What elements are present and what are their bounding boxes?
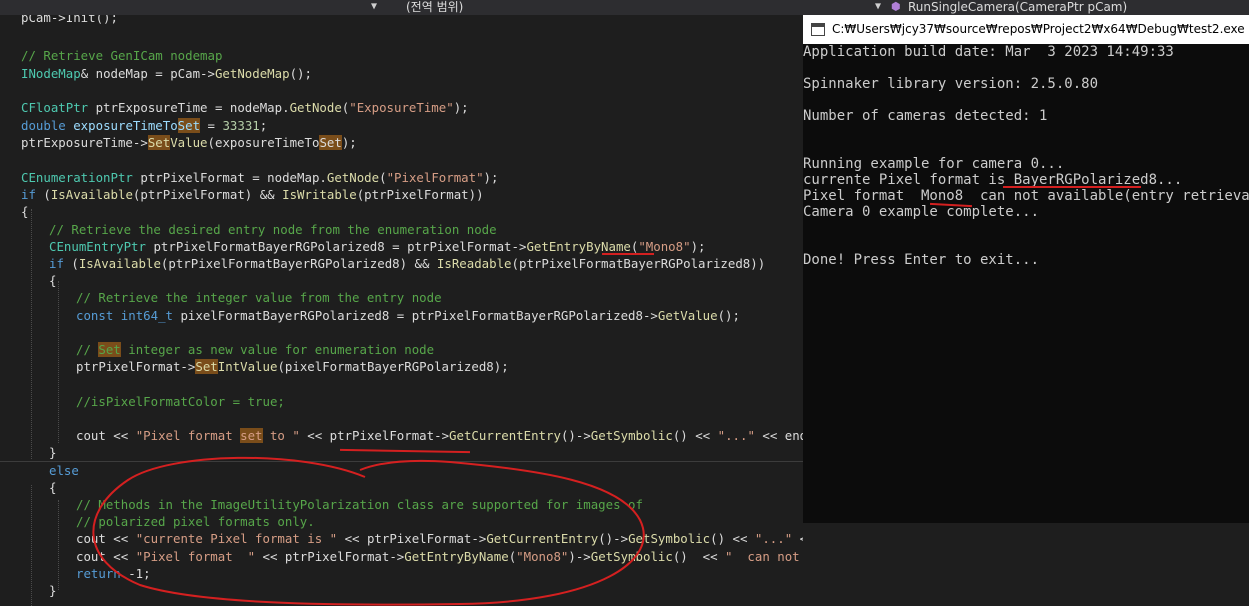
annotation-circle [92, 456, 645, 606]
